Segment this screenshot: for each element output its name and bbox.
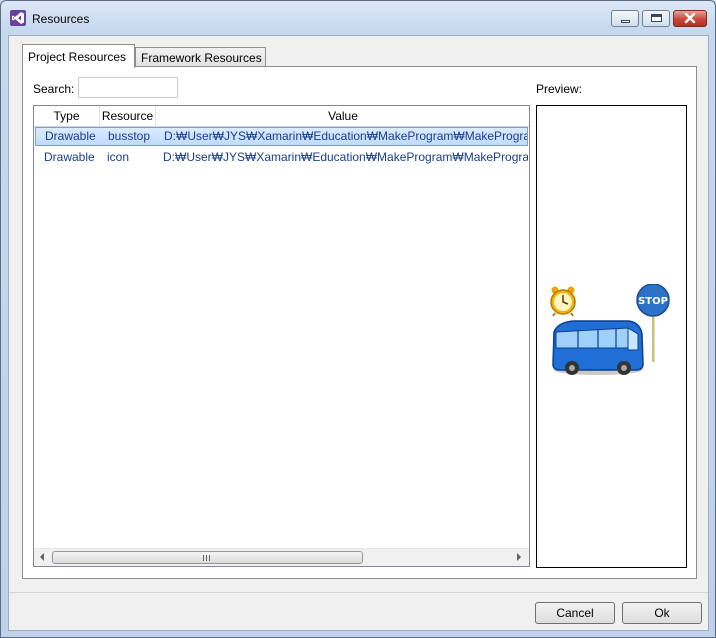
window-title: Resources: [32, 12, 90, 26]
preview-label: Preview:: [536, 82, 583, 96]
minimize-icon: [621, 20, 630, 23]
table-row[interactable]: Drawable icon D:₩User₩JYS₩Xamarin₩Educat…: [35, 148, 528, 167]
ok-button[interactable]: Ok: [622, 602, 702, 624]
stop-sign-text: STOP: [638, 296, 668, 307]
title-bar[interactable]: Resources: [1, 1, 715, 35]
table-row[interactable]: Drawable busstop D:₩User₩JYS₩Xamarin₩Edu…: [35, 127, 528, 146]
cell-value: D:₩User₩JYS₩Xamarin₩Education₩MakeProgra…: [163, 150, 528, 164]
scroll-left-icon[interactable]: [40, 553, 44, 561]
resources-window: Resources Project Resources Framework Re…: [0, 0, 716, 638]
column-header-type[interactable]: Type: [34, 106, 100, 126]
bus-icon: [552, 320, 644, 375]
cell-resource: icon: [107, 150, 130, 164]
search-input[interactable]: [78, 77, 178, 98]
close-icon: [684, 13, 696, 24]
resource-list[interactable]: Type Resource Value Drawable busstop D:₩…: [33, 105, 530, 567]
dialog-client-area: Project Resources Framework Resources Se…: [8, 35, 709, 631]
search-label: Search:: [33, 82, 75, 96]
tab-project-resources[interactable]: Project Resources: [22, 44, 135, 68]
cell-value: D:₩User₩JYS₩Xamarin₩Education₩MakeProgra…: [164, 129, 528, 143]
footer-separator: [9, 592, 708, 593]
maximize-button[interactable]: [642, 10, 670, 27]
cell-type: Drawable: [44, 150, 95, 164]
preview-box: STOP: [536, 105, 687, 568]
cell-type: Drawable: [45, 129, 96, 143]
busstop-preview-image: STOP: [550, 284, 670, 375]
list-header: Type Resource Value: [34, 106, 529, 127]
tab-panel: Search: Type Resource Value Drawable bus…: [22, 66, 697, 579]
minimize-button[interactable]: [611, 10, 639, 27]
close-button[interactable]: [673, 10, 707, 27]
alarm-clock-icon: [550, 286, 576, 317]
grip-icon: [203, 555, 211, 561]
cancel-button[interactable]: Cancel: [535, 602, 615, 624]
column-header-value[interactable]: Value: [156, 106, 529, 126]
maximize-icon: [651, 14, 662, 22]
scrollbar-thumb[interactable]: [52, 551, 363, 564]
column-header-resource[interactable]: Resource: [100, 106, 156, 126]
tab-framework-resources[interactable]: Framework Resources: [135, 47, 266, 67]
cell-resource: busstop: [108, 129, 151, 143]
visual-studio-icon: [10, 10, 26, 26]
scroll-right-icon[interactable]: [517, 553, 521, 561]
horizontal-scrollbar[interactable]: [34, 548, 529, 566]
